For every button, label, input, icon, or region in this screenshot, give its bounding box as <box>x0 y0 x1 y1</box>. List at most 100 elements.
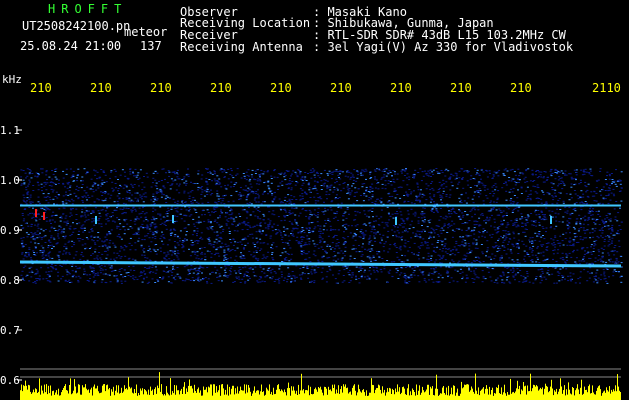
noise-pixel <box>143 239 146 241</box>
noise-pixel <box>354 219 357 221</box>
noise-pixel <box>171 183 174 185</box>
noise-pixel <box>386 172 389 174</box>
noise-pixel <box>174 179 177 181</box>
noise-pixel <box>400 223 403 224</box>
noise-pixel <box>364 234 367 236</box>
noise-pixel <box>363 276 366 278</box>
noise-pixel <box>36 230 39 232</box>
noise-pixel <box>465 274 468 276</box>
noise-pixel <box>425 199 428 201</box>
noise-pixel <box>20 184 23 186</box>
noise-pixel <box>267 185 270 187</box>
noise-pixel <box>306 235 309 237</box>
noise-pixel <box>193 250 196 252</box>
noise-pixel <box>114 209 117 211</box>
noise-pixel <box>486 249 489 251</box>
noise-pixel <box>53 203 55 205</box>
noise-pixel <box>342 237 345 239</box>
noise-pixel <box>578 196 581 198</box>
noise-pixel <box>34 247 37 249</box>
noise-pixel <box>451 220 454 222</box>
noise-pixel <box>386 201 389 203</box>
noise-pixel <box>75 219 78 220</box>
noise-pixel <box>98 212 101 214</box>
noise-pixel <box>152 201 155 203</box>
noise-pixel <box>260 248 263 250</box>
noise-pixel <box>432 228 435 230</box>
noise-pixel <box>284 251 287 253</box>
noise-pixel <box>257 206 260 208</box>
noise-pixel <box>52 237 55 239</box>
noise-pixel <box>344 265 347 267</box>
noise-pixel <box>166 215 169 217</box>
noise-pixel <box>259 176 261 178</box>
noise-pixel <box>499 275 502 277</box>
noise-pixel <box>407 213 410 215</box>
noise-pixel <box>332 217 335 219</box>
noise-pixel <box>76 223 79 225</box>
noise-pixel <box>433 269 436 271</box>
noise-pixel <box>130 244 133 246</box>
noise-pixel <box>371 228 374 230</box>
noise-pixel <box>506 170 509 172</box>
noise-pixel <box>405 276 408 278</box>
noise-pixel <box>264 276 267 278</box>
noise-pixel <box>543 276 546 278</box>
noise-pixel <box>284 228 287 230</box>
noise-pixel <box>164 178 166 180</box>
noise-pixel <box>597 179 600 181</box>
noise-pixel <box>92 272 95 274</box>
noise-pixel <box>116 200 119 202</box>
noise-pixel <box>372 255 375 257</box>
noise-pixel <box>590 251 593 253</box>
noise-pixel <box>223 249 226 251</box>
noise-pixel <box>441 244 444 246</box>
noise-pixel <box>193 230 196 232</box>
noise-pixel <box>388 200 391 202</box>
noise-pixel <box>313 243 316 245</box>
noise-pixel <box>606 268 609 270</box>
noise-pixel <box>134 197 137 199</box>
noise-pixel <box>539 275 542 277</box>
noise-pixel <box>273 199 276 201</box>
noise-pixel <box>559 235 562 237</box>
noise-pixel <box>280 232 282 234</box>
noise-pixel <box>487 210 490 212</box>
noise-pixel <box>197 186 200 188</box>
noise-pixel <box>28 173 31 175</box>
noise-pixel <box>569 237 572 239</box>
noise-pixel <box>101 183 104 185</box>
noise-pixel <box>433 232 436 234</box>
noise-pixel <box>421 271 424 273</box>
noise-pixel <box>129 237 132 239</box>
noise-pixel <box>576 218 579 220</box>
noise-pixel <box>196 251 199 253</box>
noise-pixel <box>321 238 324 240</box>
noise-pixel <box>425 183 428 185</box>
noise-pixel <box>142 207 144 209</box>
noise-pixel <box>174 275 177 277</box>
noise-pixel <box>601 189 604 191</box>
noise-pixel <box>52 189 55 191</box>
noise-pixel <box>613 181 616 183</box>
noise-pixel <box>428 193 431 195</box>
noise-pixel <box>60 215 63 217</box>
noise-pixel <box>39 202 41 204</box>
noise-pixel <box>545 243 548 244</box>
noise-pixel <box>527 254 530 255</box>
noise-pixel <box>402 221 405 223</box>
noise-pixel <box>507 231 510 233</box>
noise-pixel <box>302 236 305 238</box>
noise-pixel <box>322 277 324 279</box>
noise-pixel <box>513 195 516 196</box>
noise-pixel <box>340 202 343 204</box>
noise-pixel <box>112 189 115 191</box>
noise-pixel <box>157 191 160 193</box>
noise-pixel <box>252 211 255 213</box>
noise-pixel <box>71 240 74 242</box>
noise-pixel <box>260 203 263 205</box>
noise-pixel <box>259 238 262 240</box>
noise-pixel <box>513 171 516 173</box>
noise-pixel <box>251 237 254 239</box>
noise-pixel <box>120 256 123 258</box>
